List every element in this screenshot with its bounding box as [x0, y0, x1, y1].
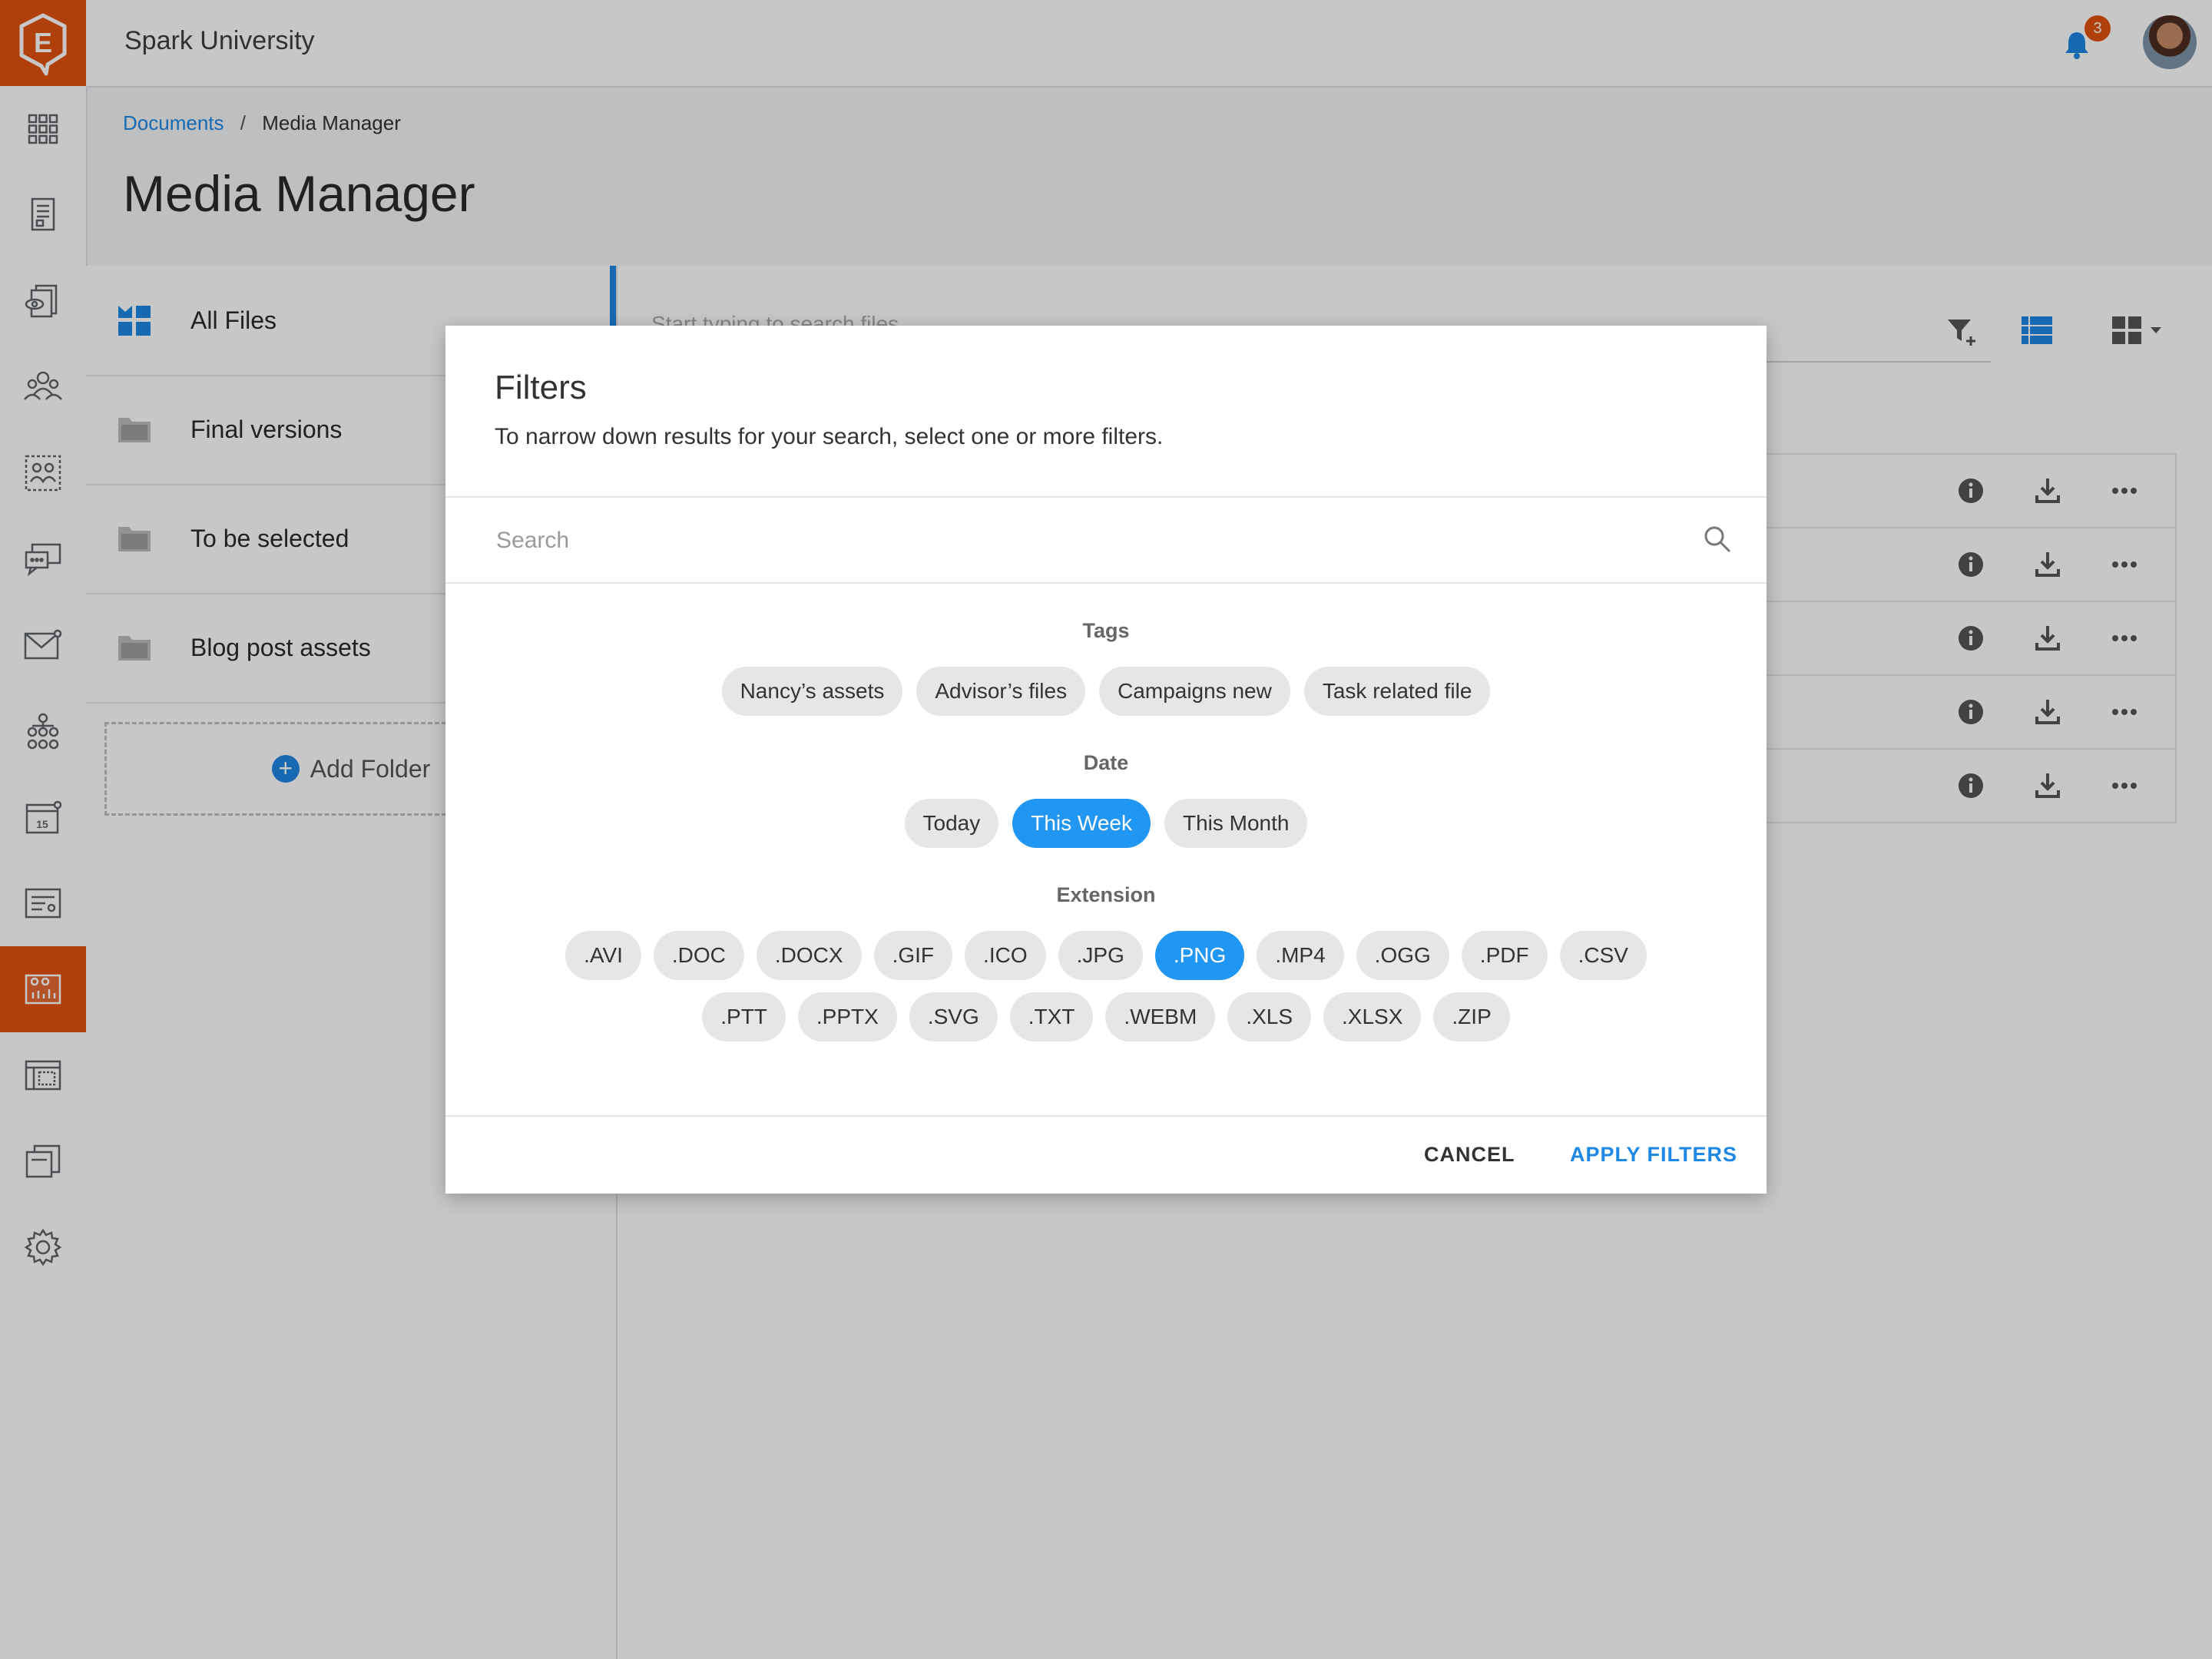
- extension-chip[interactable]: .PPTX: [797, 992, 897, 1041]
- divider: [445, 1115, 1767, 1117]
- extension-chip[interactable]: .PTT: [702, 992, 786, 1041]
- extension-chip[interactable]: .TXT: [1009, 992, 1094, 1041]
- extension-chip[interactable]: .XLS: [1227, 992, 1312, 1041]
- tag-chip[interactable]: Campaigns new: [1099, 667, 1290, 716]
- tag-chips: Nancy’s assets Advisor’s files Campaigns…: [445, 667, 1767, 716]
- tag-chip[interactable]: Nancy’s assets: [721, 667, 903, 716]
- extension-chip[interactable]: .PDF: [1461, 931, 1548, 980]
- dialog-title: Filters: [495, 369, 587, 406]
- extension-chip[interactable]: .AVI: [565, 931, 641, 980]
- date-chips: Today This Week This Month: [445, 799, 1767, 848]
- tags-section-label: Tags: [1082, 619, 1130, 642]
- extension-chip[interactable]: .JPG: [1058, 931, 1143, 980]
- extension-chip[interactable]: .MP4: [1257, 931, 1344, 980]
- extension-chip[interactable]: .WEBM: [1105, 992, 1216, 1041]
- extension-chip[interactable]: .CSV: [1559, 931, 1647, 980]
- date-section-label: Date: [1083, 751, 1129, 774]
- extension-chip[interactable]: .OGG: [1356, 931, 1449, 980]
- cancel-button[interactable]: CANCEL: [1424, 1143, 1515, 1167]
- extension-chip[interactable]: .XLSX: [1323, 992, 1422, 1041]
- extension-chip-selected[interactable]: .PNG: [1154, 931, 1245, 980]
- extension-chips-row-2: .PTT .PPTX .SVG .TXT .WEBM .XLS .XLSX .Z…: [445, 992, 1767, 1041]
- extension-chip[interactable]: .SVG: [909, 992, 998, 1041]
- extension-chip[interactable]: .DOCX: [756, 931, 862, 980]
- dialog-subtitle: To narrow down results for your search, …: [495, 424, 1164, 449]
- extension-chip[interactable]: .ICO: [965, 931, 1046, 980]
- extension-section-label: Extension: [1056, 883, 1156, 906]
- date-chip-selected[interactable]: This Week: [1012, 799, 1151, 848]
- extension-chip[interactable]: .DOC: [653, 931, 744, 980]
- date-chip[interactable]: This Month: [1164, 799, 1308, 848]
- search-icon[interactable]: [1702, 524, 1733, 555]
- divider: [445, 582, 1767, 584]
- date-chip[interactable]: Today: [904, 799, 999, 848]
- apply-filters-button[interactable]: APPLY FILTERS: [1570, 1143, 1737, 1167]
- extension-chip[interactable]: .ZIP: [1433, 992, 1510, 1041]
- extension-chip[interactable]: .GIF: [873, 931, 953, 980]
- divider: [445, 496, 1767, 498]
- tag-chip[interactable]: Task related file: [1303, 667, 1491, 716]
- tag-chip[interactable]: Advisor’s files: [916, 667, 1086, 716]
- extension-chips-row-1: .AVI .DOC .DOCX .GIF .ICO .JPG .PNG .MP4…: [445, 931, 1767, 980]
- filter-search-input[interactable]: [495, 527, 1681, 555]
- filters-dialog: Filters To narrow down results for your …: [445, 326, 1767, 1194]
